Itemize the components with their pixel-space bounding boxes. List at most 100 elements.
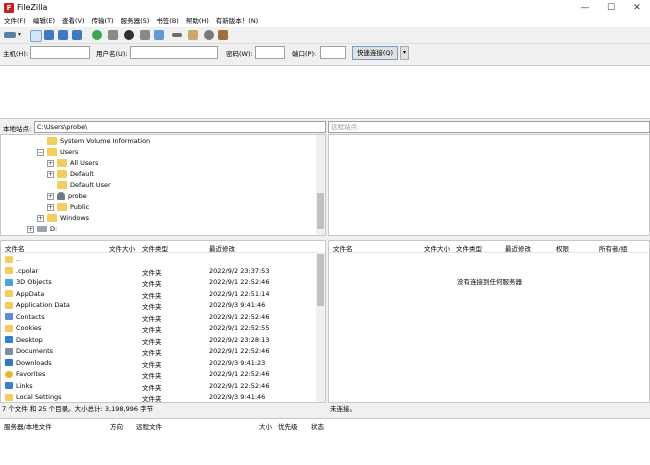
table-row[interactable]: .. <box>1 253 316 265</box>
table-row[interactable]: Documents 文件夹 2022/9/1 22:52:46 <box>1 345 316 357</box>
column-filesize[interactable]: 文件大小 <box>424 243 450 253</box>
sync-browse-icon[interactable] <box>204 30 214 40</box>
tree-item-probe[interactable]: + probe <box>47 191 87 202</box>
toggle-local-tree-icon[interactable] <box>44 30 54 40</box>
column-owner-group[interactable]: 所有者/组 <box>599 243 627 253</box>
table-row[interactable]: Contacts 文件夹 2022/9/1 22:52:46 <box>1 311 316 323</box>
compare-icon[interactable] <box>188 30 198 40</box>
message-log[interactable] <box>0 65 650 119</box>
column-permissions[interactable]: 权限 <box>556 243 569 253</box>
expand-icon[interactable]: + <box>27 225 34 233</box>
disconnect-icon[interactable] <box>140 30 150 40</box>
table-row[interactable]: Cookies 文件夹 2022/9/1 22:52:55 <box>1 322 316 334</box>
expand-icon[interactable]: + <box>47 170 54 178</box>
queue-column-direction[interactable]: 方向 <box>110 421 123 431</box>
quickconnect-history-dropdown[interactable]: ▾ <box>400 46 409 60</box>
maximize-icon[interactable]: ☐ <box>598 0 624 16</box>
refresh-icon[interactable] <box>92 30 102 40</box>
expand-icon[interactable]: + <box>47 159 54 167</box>
password-input[interactable] <box>255 46 285 59</box>
tree-item[interactable]: System Volume Information <box>47 136 150 147</box>
table-row[interactable]: 3D Objects 文件夹 2022/9/1 22:52:46 <box>1 276 316 288</box>
column-filesize[interactable]: 文件大小 <box>109 243 135 253</box>
toolbar: ▾ <box>0 27 650 44</box>
expand-icon[interactable]: + <box>47 192 54 200</box>
file-name: .cpolar <box>16 266 39 275</box>
minimize-icon[interactable]: — <box>572 0 598 16</box>
close-icon[interactable]: ✕ <box>624 0 650 16</box>
table-row[interactable]: AppData 文件夹 2022/9/1 22:51:14 <box>1 288 316 300</box>
local-file-scrollbar[interactable] <box>316 252 325 402</box>
menu-transfer[interactable]: 传输(T) <box>92 16 114 27</box>
menu-server[interactable]: 服务器(S) <box>121 16 150 27</box>
scrollbar-thumb[interactable] <box>317 193 324 229</box>
quickconnect-bar: 主机(H): 用户名(U): 密码(W): 端口(P): 快速连接(Q) ▾ <box>0 44 650 64</box>
site-manager-icon[interactable] <box>4 32 16 38</box>
menu-file[interactable]: 文件(F) <box>4 16 26 27</box>
column-modified[interactable]: 最近修改 <box>209 243 235 253</box>
scrollbar-thumb[interactable] <box>317 254 324 306</box>
table-row[interactable]: Application Data 文件夹 2022/9/3 9:41:46 <box>1 299 316 311</box>
menu-bookmarks[interactable]: 书签(B) <box>156 16 179 27</box>
toggle-queue-icon[interactable] <box>72 30 82 40</box>
host-label: 主机(H): <box>3 50 29 58</box>
filter-icon[interactable] <box>172 33 182 37</box>
tree-item[interactable]: + All Users <box>47 158 98 169</box>
queue-column-server-local[interactable]: 服务器/本地文件 <box>4 421 52 431</box>
folder-icon <box>5 393 13 401</box>
column-filename[interactable]: 文件名 <box>333 243 353 253</box>
dropdown-icon[interactable]: ▾ <box>18 30 28 40</box>
host-input[interactable] <box>30 46 90 59</box>
user-icon <box>57 192 65 200</box>
queue-column-remote-file[interactable]: 远程文件 <box>136 421 162 431</box>
table-row[interactable]: Downloads 文件夹 2022/9/3 9:41:23 <box>1 357 316 369</box>
local-path-input[interactable]: C:\Users\probe\ <box>34 121 326 133</box>
column-filetype[interactable]: 文件类型 <box>142 243 168 253</box>
table-row[interactable]: Links 文件夹 2022/9/1 22:52:46 <box>1 380 316 392</box>
expand-icon[interactable]: + <box>37 214 44 222</box>
local-status: 7 个文件 和 25 个目录。大小总计: 3,198,996 字节 <box>2 403 326 416</box>
username-input[interactable] <box>130 46 218 59</box>
expand-icon[interactable]: + <box>47 203 54 211</box>
search-icon[interactable] <box>218 30 228 40</box>
table-row[interactable]: .cpolar 文件夹 2022/9/2 23:37:53 <box>1 265 316 277</box>
remote-path-input[interactable]: 远程站点: <box>328 121 650 133</box>
tree-item[interactable]: + Windows <box>37 213 89 224</box>
menu-edit[interactable]: 编辑(E) <box>33 16 55 27</box>
table-row[interactable]: Favorites 文件夹 2022/9/1 22:52:46 <box>1 368 316 380</box>
queue-column-status[interactable]: 状态 <box>311 421 324 431</box>
queue-column-size[interactable]: 大小 <box>259 421 272 431</box>
column-filetype[interactable]: 文件类型 <box>456 243 482 253</box>
menu-new-version[interactable]: 有新版本！(N) <box>216 16 258 27</box>
password-label: 密码(W): <box>226 50 253 58</box>
tree-item-drive-d[interactable]: + D: <box>27 224 57 235</box>
tree-item[interactable]: + Default <box>47 169 94 180</box>
reconnect-icon[interactable] <box>154 30 164 40</box>
process-queue-icon[interactable] <box>108 30 118 40</box>
table-row[interactable]: Local Settings 文件夹 2022/9/3 9:41:46 <box>1 391 316 402</box>
tree-item[interactable]: + Public <box>47 202 89 213</box>
tree-item[interactable]: Default User <box>57 180 111 191</box>
file-type: 文件夹 <box>142 314 162 323</box>
queue-column-priority[interactable]: 优先级 <box>278 421 298 431</box>
column-modified[interactable]: 最近修改 <box>505 243 531 253</box>
port-input[interactable] <box>320 46 346 59</box>
user-label: 用户名(U): <box>96 50 128 58</box>
file-type: 文件夹 <box>142 291 162 300</box>
downloads-icon <box>5 359 13 366</box>
column-filename[interactable]: 文件名 <box>5 243 25 253</box>
menu-bar: 文件(F) 编辑(E) 查看(V) 传输(T) 服务器(S) 书签(B) 帮助(H) 有新版本… <box>0 16 650 27</box>
quickconnect-button[interactable]: 快速连接(Q) <box>352 46 398 60</box>
cancel-icon[interactable] <box>124 30 134 40</box>
tree-item-users[interactable]: − Users <box>37 147 78 158</box>
filezilla-logo-icon: F <box>4 3 14 13</box>
toggle-remote-tree-icon[interactable] <box>58 30 68 40</box>
toggle-log-icon[interactable] <box>30 30 42 42</box>
collapse-icon[interactable]: − <box>37 148 44 156</box>
file-type: 文件夹 <box>142 349 162 357</box>
file-modified: 2022/9/1 22:52:46 <box>209 312 270 321</box>
table-row[interactable]: Desktop 文件夹 2022/9/2 23:28:13 <box>1 334 316 346</box>
menu-help[interactable]: 帮助(H) <box>186 16 209 27</box>
menu-view[interactable]: 查看(V) <box>62 16 85 27</box>
local-tree-scrollbar[interactable] <box>316 135 325 235</box>
